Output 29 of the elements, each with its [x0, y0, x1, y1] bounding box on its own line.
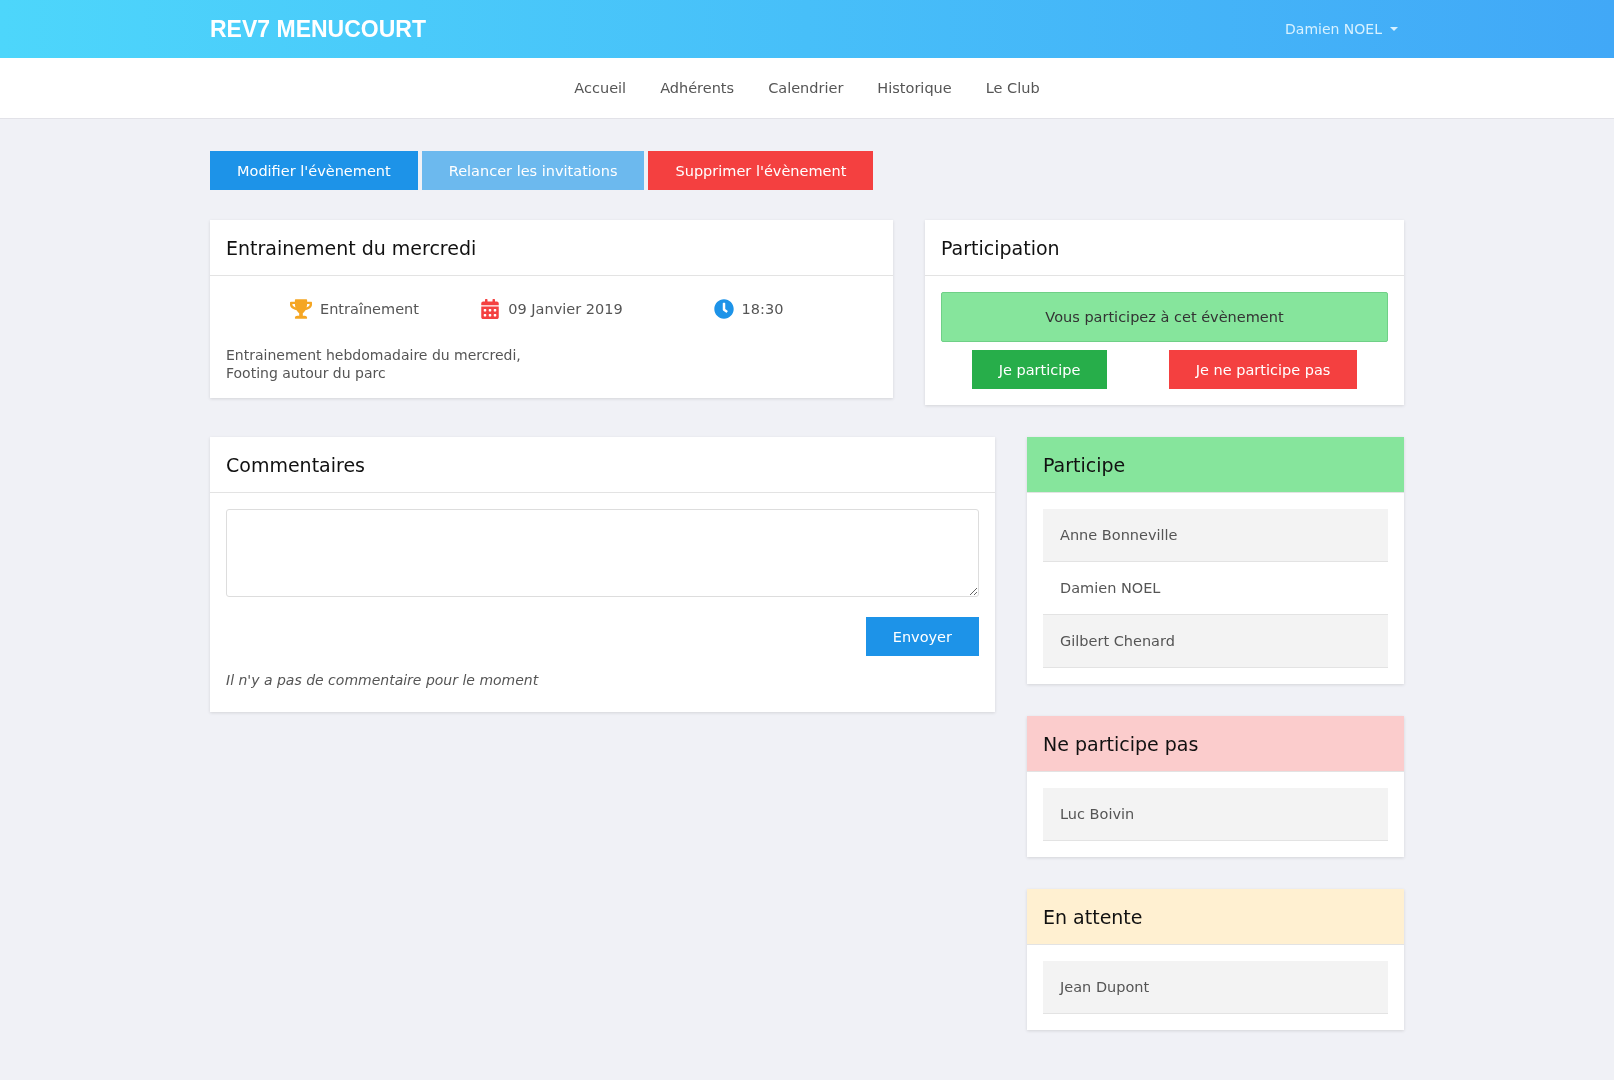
list-title: Ne participe pas [1027, 716, 1404, 772]
event-description: Entrainement hebdomadaire du mercredi, Footing autour du parc [226, 346, 522, 382]
list-title: En attente [1027, 889, 1404, 945]
event-time: 18:30 [741, 301, 784, 317]
member-item[interactable]: Gilbert Chenard [1043, 615, 1388, 668]
nav-link[interactable]: Historique [866, 72, 963, 104]
member-item[interactable]: Anne Bonneville [1043, 509, 1388, 562]
calendar-icon [480, 299, 501, 319]
nav-link[interactable]: Le Club [974, 72, 1051, 104]
brand-title: REV7 MENUCOURT [210, 15, 426, 43]
action-button[interactable]: Supprimer l'évènement [648, 151, 874, 190]
card-title: Participation [925, 220, 1404, 276]
trophy-icon [290, 298, 312, 320]
comment-field[interactable] [226, 509, 979, 597]
caret-icon [1390, 27, 1398, 31]
card-title: Commentaires [210, 437, 995, 493]
nav-link[interactable]: Adhérents [649, 72, 746, 104]
list-title: Participe [1027, 437, 1404, 493]
empty-message: Il n'y a pas de commentaire pour le moment [226, 672, 540, 688]
nav-link[interactable]: Accueil [563, 72, 638, 104]
event-date: 09 Janvier 2019 [508, 301, 623, 317]
nav-link[interactable]: Calendrier [757, 72, 855, 104]
member-item[interactable]: Luc Boivin [1043, 788, 1388, 841]
card-title: Entrainement du mercredi [210, 220, 893, 276]
member-item[interactable]: Jean Dupont [1043, 961, 1388, 1014]
status-banner: Vous participez à cet évènement [941, 292, 1388, 342]
clock-icon [713, 299, 734, 319]
participation-button[interactable]: Je ne participe pas [1168, 350, 1358, 389]
event-type: Entraînement [320, 301, 419, 317]
